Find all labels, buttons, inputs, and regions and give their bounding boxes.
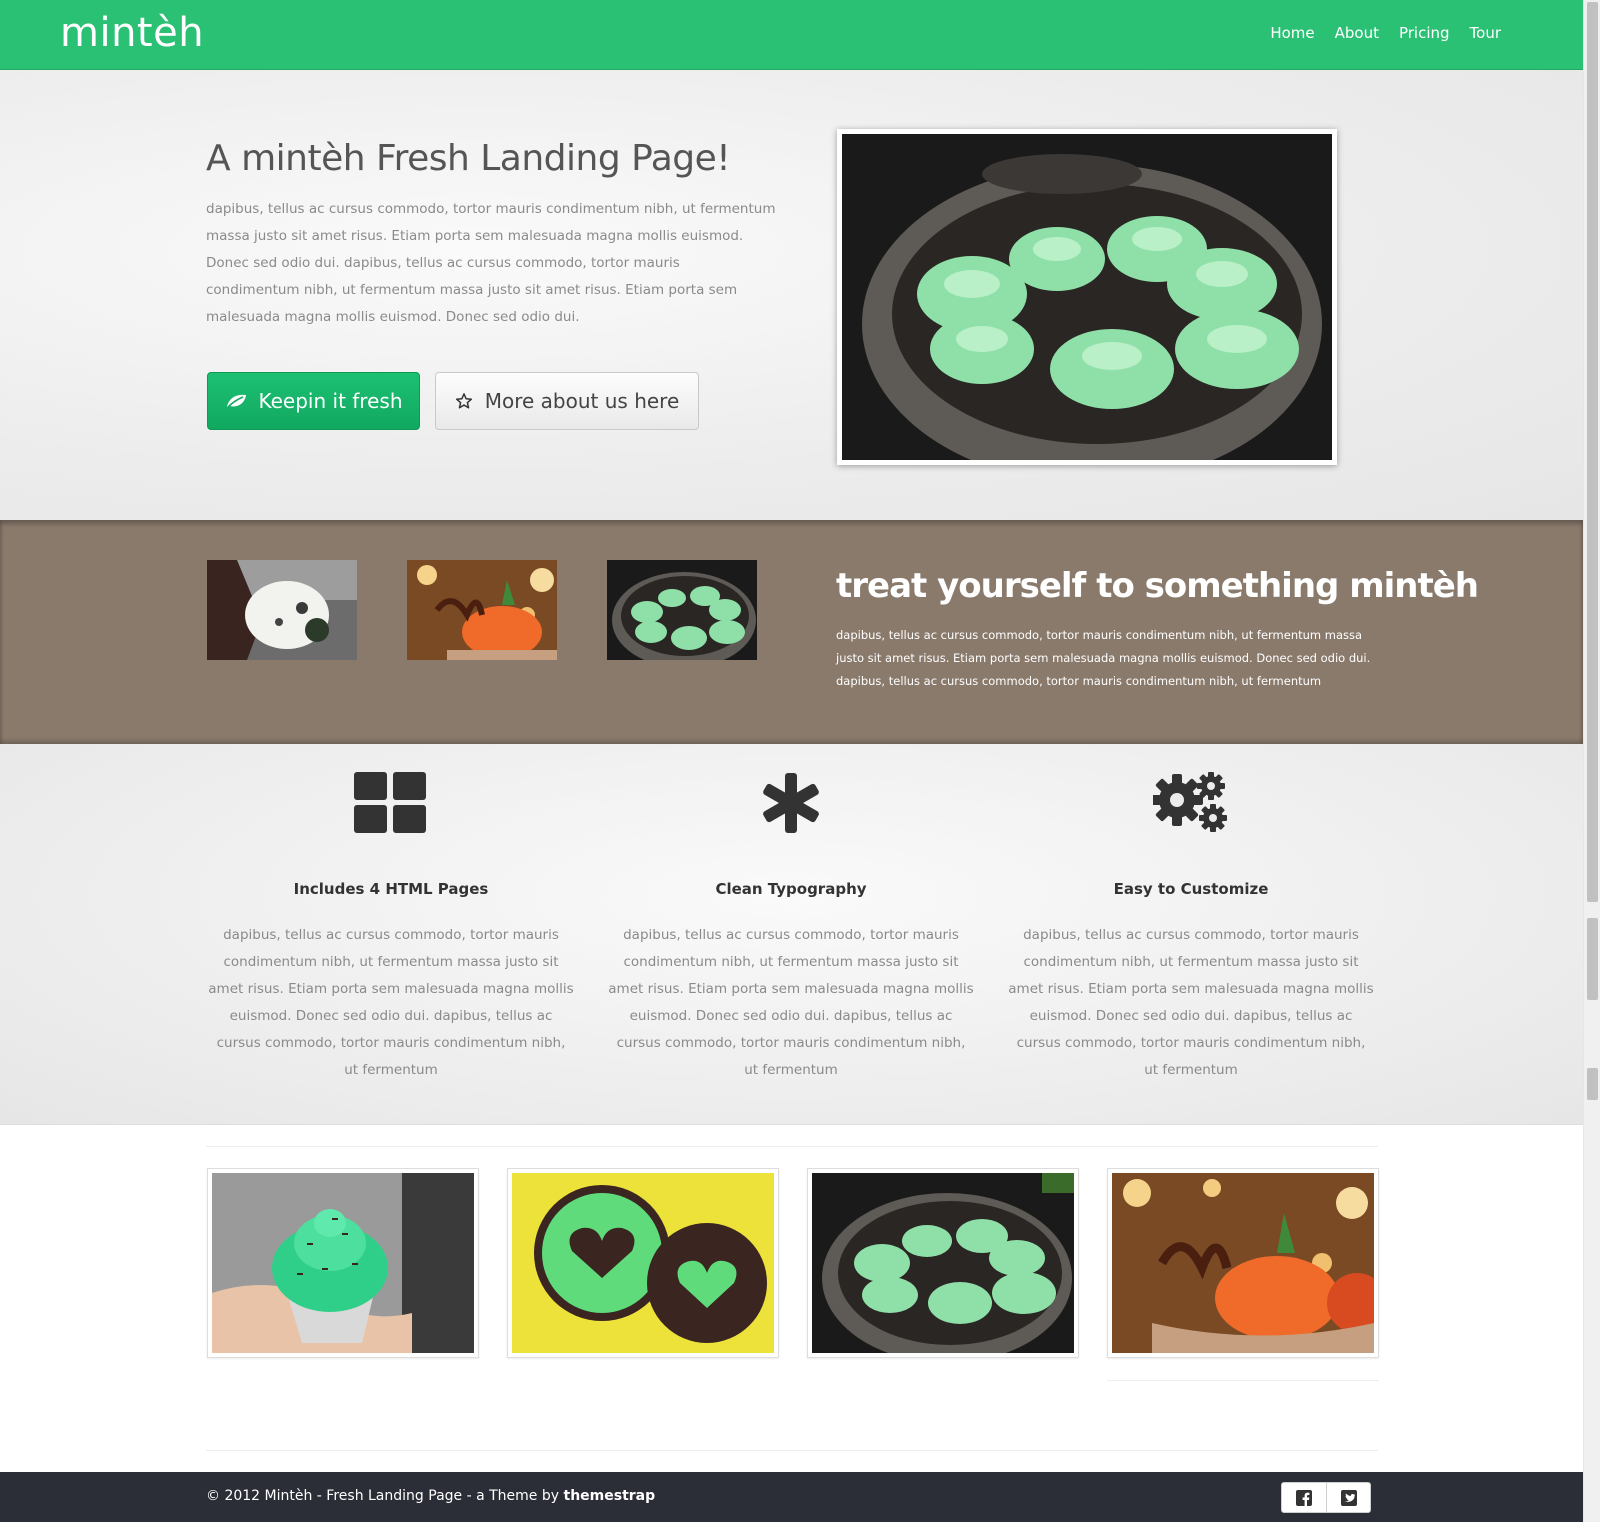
grid-icon — [354, 772, 428, 838]
hero-cupcakes-image — [842, 134, 1332, 460]
divider — [206, 1450, 1378, 1451]
page: mintèh Home About Pricing Tour A mintèh … — [0, 0, 1600, 1522]
feature-text: dapibus, tellus ac cursus commodo, torto… — [208, 927, 574, 1078]
feature-title: Includes 4 HTML Pages — [293, 880, 489, 898]
footer: © 2012 Mintèh - Fresh Landing Page - a T… — [0, 1472, 1583, 1522]
facebook-icon[interactable] — [1282, 1483, 1326, 1512]
navbar: mintèh Home About Pricing Tour — [0, 0, 1583, 70]
thumb-ice-cream-image[interactable] — [207, 560, 357, 660]
keepin-it-fresh-button[interactable]: Keepin it fresh — [207, 372, 420, 430]
gallery-sorbet-image[interactable] — [1107, 1168, 1379, 1358]
hero-text: dapibus, tellus ac cursus commodo, torto… — [206, 201, 776, 325]
nav-link-pricing[interactable]: Pricing — [1399, 24, 1450, 42]
thumb-cupcakes-image[interactable] — [607, 560, 757, 660]
gears-icon — [1151, 772, 1229, 840]
footer-author-link[interactable]: themestrap — [564, 1488, 656, 1504]
brand-logo[interactable]: mintèh — [60, 10, 204, 56]
feature-title: Easy to Customize — [1113, 880, 1269, 898]
divider — [206, 1146, 1378, 1147]
divider — [1107, 1380, 1379, 1381]
twitter-icon[interactable] — [1326, 1483, 1370, 1512]
more-about-us-button[interactable]: More about us here — [435, 372, 699, 430]
band-title: treat yourself to something mintèh — [836, 566, 1479, 606]
asterisk-icon — [761, 772, 821, 838]
nav-link-home[interactable]: Home — [1270, 24, 1314, 42]
feature-title: Clean Typography — [715, 880, 867, 898]
gallery-heart-cookies-image[interactable] — [507, 1168, 779, 1358]
footer-copyright: © 2012 Mintèh - Fresh Landing Page - a T… — [206, 1488, 655, 1504]
nav-link-tour[interactable]: Tour — [1470, 24, 1501, 42]
scrollbar-segment[interactable] — [1587, 918, 1598, 1000]
hero-title: A mintèh Fresh Landing Page! — [206, 138, 731, 179]
nav-link-about[interactable]: About — [1335, 24, 1379, 42]
scrollbar-segment[interactable] — [1587, 1068, 1598, 1100]
star-icon — [455, 393, 472, 409]
hero-section: A mintèh Fresh Landing Page! dapibus, te… — [0, 70, 1583, 520]
scrollbar-thumb[interactable] — [1587, 2, 1598, 902]
nav-menu: Home About Pricing Tour — [1270, 24, 1501, 42]
hero-image-frame — [837, 129, 1337, 465]
footer-copyright-text: © 2012 Mintèh - Fresh Landing Page - a T… — [206, 1488, 564, 1504]
more-about-us-label: More about us here — [484, 389, 680, 413]
thumb-sorbet-image[interactable] — [407, 560, 557, 660]
feature-text: dapibus, tellus ac cursus commodo, torto… — [608, 927, 974, 1078]
scrollbar[interactable] — [1583, 0, 1600, 1522]
social-buttons — [1281, 1482, 1371, 1513]
gallery-mint-cupcake-image[interactable] — [207, 1168, 479, 1358]
keepin-it-fresh-label: Keepin it fresh — [258, 389, 403, 413]
features-section: Includes 4 HTML Pages dapibus, tellus ac… — [0, 744, 1583, 1125]
feature-text: dapibus, tellus ac cursus commodo, torto… — [1008, 927, 1374, 1078]
band-text: dapibus, tellus ac cursus commodo, torto… — [836, 628, 1371, 688]
promo-band: treat yourself to something mintèh dapib… — [0, 520, 1583, 744]
gallery-cupcakes-tin-image[interactable] — [807, 1168, 1079, 1358]
leaf-icon — [226, 394, 246, 408]
